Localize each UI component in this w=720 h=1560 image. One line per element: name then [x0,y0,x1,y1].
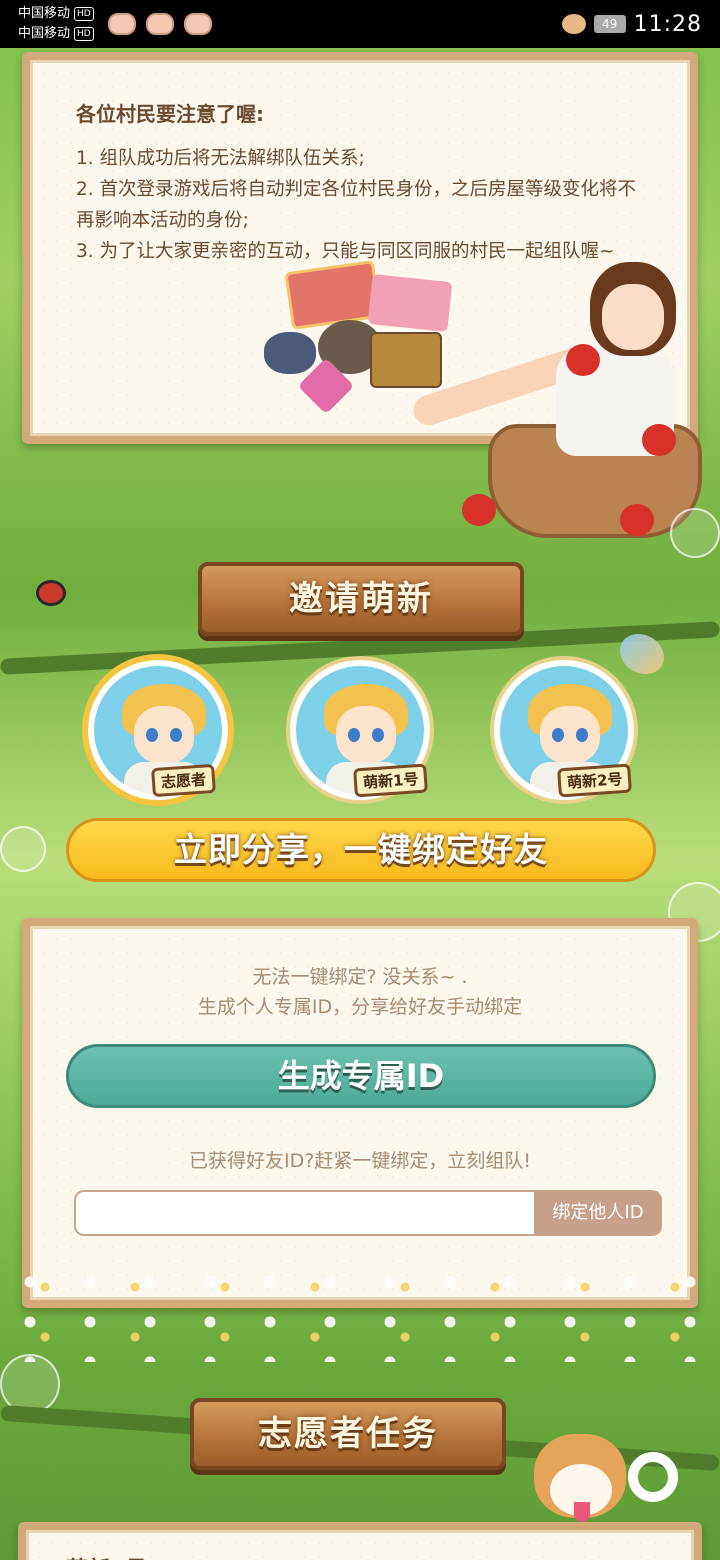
flower-decoration [0,1262,720,1362]
bind-hint-line-2: 生成个人专属ID，分享给好友手动绑定 [197,996,523,1018]
girl-with-basket-illustration [370,262,710,552]
avatar-eye [552,728,564,742]
invite-section-title: 邀请萌新 [198,562,524,636]
bind-hint-line-3: 已获得好友ID?赶紧一键绑定，立刻组队! [189,1150,531,1172]
task-item-title: 萌新1号 [66,1552,654,1560]
hd-badge: HD [74,7,94,21]
status-bar: 中国移动 HD 中国移动 HD 49 11:28 [0,0,720,48]
carrier-info: 中国移动 HD 中国移动 HD [18,4,94,44]
volunteer-task-section-title: 志愿者任务 [190,1398,506,1470]
bubble-decoration [670,508,720,558]
status-right: 49 11:28 [561,11,702,37]
notice-line: 1. 组队成功后将无法解绑队伍关系; [76,148,365,169]
hd-badge: HD [74,27,94,41]
shiba-tail [628,1452,678,1502]
bind-id-row: 绑定他人ID [74,1190,662,1236]
notice-line: 2. 首次登录游戏后将自动判定各位村民身份，之后房屋等级变化将不再影响本活动的身… [76,179,637,231]
carrier-row-1: 中国移动 HD [18,4,94,24]
avatar-volunteer[interactable]: 志愿者 [88,660,228,800]
cake-notification-icon [107,13,136,35]
task-list-panel: 萌新1号 [18,1522,702,1560]
avatar-newbie-2[interactable]: 萌新2号 [494,660,634,800]
avatar-newbie-1[interactable]: 萌新1号 [290,660,430,800]
avatar-tag: 萌新1号 [353,763,429,798]
carrier-label: 中国移动 [18,26,71,41]
avatar-eye [170,728,182,742]
bind-panel: 无法一键绑定? 没关系~ . 生成个人专属ID，分享给好友手动绑定 生成专属ID… [22,918,698,1308]
bear-icon [561,14,586,34]
girl-face [602,284,664,350]
avatar-tag: 萌新2号 [557,763,633,798]
carrier-row-2: 中国移动 HD [18,24,94,44]
bubble-decoration [0,826,46,872]
avatar-eye [146,728,158,742]
ladybug-icon [36,580,66,606]
tomato-icon [642,424,676,456]
shiba-tongue [574,1502,590,1522]
tomato-icon [462,494,496,526]
bear-notification-icon [183,13,212,35]
bind-hint-line-1: 无法一键绑定? 没关系~ . [252,966,468,988]
tomato-icon [566,344,600,376]
shiba-dog-illustration [506,1426,686,1536]
avatar-face [540,706,600,764]
notification-icons [107,13,212,35]
cake-notification-icon [145,13,174,35]
friend-id-input[interactable] [74,1190,534,1236]
notice-title: 各位村民要注意了喔: [76,102,264,126]
tomato-icon [620,504,654,536]
gift-box-icon [284,260,382,330]
battery-icon: 49 [593,15,626,33]
share-bind-friend-button[interactable]: 立即分享，一键绑定好友 [66,818,656,882]
carrier-label: 中国移动 [18,6,71,21]
avatar-eye [372,728,384,742]
avatar-tag: 志愿者 [151,763,216,798]
generate-id-button[interactable]: 生成专属ID [66,1044,656,1108]
clock: 11:28 [633,11,702,37]
avatar-face [134,706,194,764]
onigiri-icon [264,332,316,374]
bind-friend-id-button[interactable]: 绑定他人ID [534,1190,662,1236]
avatar-face [336,706,396,764]
avatar-eye [348,728,360,742]
avatar-eye [576,728,588,742]
